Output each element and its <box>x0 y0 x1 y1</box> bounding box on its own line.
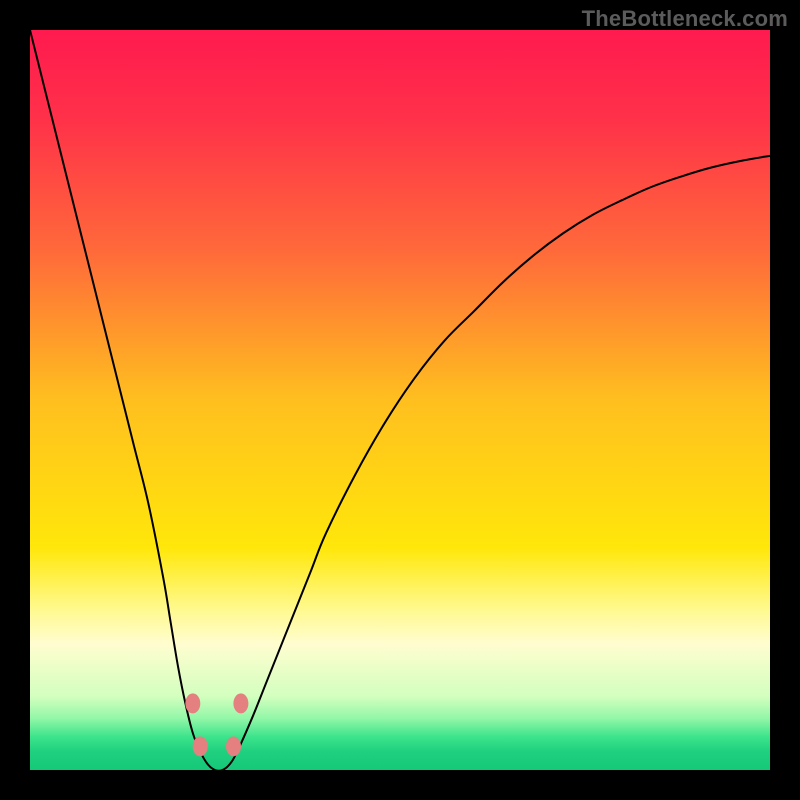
bottleneck-chart <box>30 30 770 770</box>
curve-marker <box>193 736 208 756</box>
watermark-text: TheBottleneck.com <box>582 6 788 32</box>
curve-marker <box>226 736 241 756</box>
chart-container: TheBottleneck.com <box>0 0 800 800</box>
curve-marker <box>185 693 200 713</box>
curve-marker <box>233 693 248 713</box>
